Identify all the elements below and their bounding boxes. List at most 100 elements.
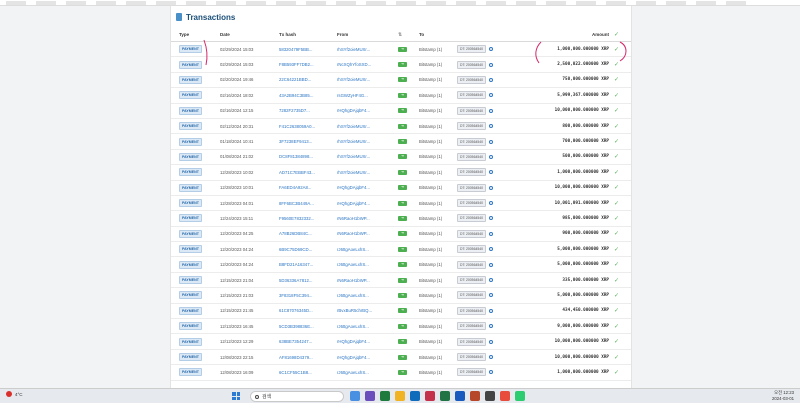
magnifier-icon[interactable]: [489, 216, 493, 221]
to-address[interactable]: Bitstamp (1): [419, 319, 442, 333]
word-icon[interactable]: [455, 391, 465, 401]
to-address[interactable]: Bitstamp (1): [419, 334, 442, 348]
tx-hash-link[interactable]: 7282F2735D7...: [279, 104, 310, 118]
tx-hash-link[interactable]: A78B26DB84C...: [279, 227, 312, 241]
from-address-link[interactable]: rJ6ttgAoeLxhS...: [337, 242, 369, 256]
to-address[interactable]: Bitstamp (1): [419, 365, 442, 379]
tx-hash-link[interactable]: DC8F81384898...: [279, 150, 313, 164]
to-address[interactable]: Bitstamp (1): [419, 57, 442, 71]
column-to[interactable]: To: [419, 28, 424, 41]
chrome-icon[interactable]: [515, 391, 525, 401]
column-date[interactable]: Date: [220, 28, 230, 41]
to-address[interactable]: Bitstamp (1): [419, 227, 442, 241]
from-address-link[interactable]: rhSYf2oieMUXr...: [337, 134, 370, 148]
to-address[interactable]: Bitstamp (1): [419, 196, 442, 210]
tx-hash-link[interactable]: 6B9C75D69CD...: [279, 242, 312, 256]
from-address-link[interactable]: rN6RaoH1bWP...: [337, 227, 370, 241]
tx-hash-link[interactable]: 5D36336A7812...: [279, 273, 312, 287]
column-hash[interactable]: Tx hash: [279, 28, 296, 41]
to-address[interactable]: Bitstamp (1): [419, 350, 442, 364]
tx-hash-link[interactable]: 8FF6BC3B449A...: [279, 196, 314, 210]
column-from[interactable]: From: [337, 28, 348, 41]
from-address-link[interactable]: rJ6ttgAoeLxhS...: [337, 319, 369, 333]
weather-widget[interactable]: 4°C: [6, 391, 23, 397]
magnifier-icon[interactable]: [489, 308, 493, 313]
app-icon[interactable]: [380, 391, 390, 401]
to-address[interactable]: Bitstamp (1): [419, 73, 442, 87]
from-address-link[interactable]: rJ6ttgAoeLxhS...: [337, 257, 369, 271]
magnifier-icon[interactable]: [489, 247, 493, 252]
tx-hash-link[interactable]: 61C87076345D...: [279, 304, 313, 318]
from-address-link[interactable]: rNcXQhYfoSXD...: [337, 57, 371, 71]
magnifier-icon[interactable]: [489, 278, 493, 283]
magnifier-icon[interactable]: [489, 262, 493, 267]
from-address-link[interactable]: rhSYf2oieMUXr...: [337, 119, 370, 133]
magnifier-icon[interactable]: [489, 355, 493, 359]
from-address-link[interactable]: rHQhgDAjqbF4...: [337, 104, 370, 118]
to-address[interactable]: Bitstamp (1): [419, 88, 442, 102]
tx-hash-link[interactable]: 58320479F5BB...: [279, 42, 312, 56]
to-address[interactable]: Bitstamp (1): [419, 257, 442, 271]
magnifier-icon[interactable]: [489, 231, 493, 236]
to-address[interactable]: Bitstamp (1): [419, 242, 442, 256]
magnifier-icon[interactable]: [489, 154, 493, 159]
from-address-link[interactable]: rHQhgDAjqbF4...: [337, 334, 370, 348]
system-clock[interactable]: 오전 12:23 2024-03-01: [772, 390, 794, 402]
tx-hash-link[interactable]: 5CD3B398836E...: [279, 319, 314, 333]
edge-icon[interactable]: [410, 391, 420, 401]
magnifier-icon[interactable]: [489, 201, 493, 206]
to-address[interactable]: Bitstamp (1): [419, 150, 442, 164]
tx-hash-link[interactable]: 3F8318F5C394...: [279, 288, 312, 302]
magnifier-icon[interactable]: [489, 124, 493, 129]
to-address[interactable]: Bitstamp (1): [419, 181, 442, 195]
tx-hash-link[interactable]: 22C64221BBD...: [279, 73, 311, 87]
from-address-link[interactable]: rhSYf2oieMUXr...: [337, 165, 370, 179]
app-icon[interactable]: [500, 391, 510, 401]
tx-hash-link[interactable]: 6C1CF55C1B8...: [279, 365, 312, 379]
magnifier-icon[interactable]: [489, 139, 493, 144]
from-address-link[interactable]: rhSYf2oieMUXr...: [337, 73, 370, 87]
magnifier-icon[interactable]: [489, 93, 493, 98]
column-type[interactable]: Type: [179, 28, 189, 41]
tx-hash-link[interactable]: F8B593FF7DB2...: [279, 57, 314, 71]
column-amount[interactable]: Amount: [592, 28, 609, 41]
from-address-link[interactable]: rN6RaoH1bWP...: [337, 273, 370, 287]
from-address-link[interactable]: rHQhgDAjqbF4...: [337, 196, 370, 210]
to-address[interactable]: Bitstamp (1): [419, 211, 442, 225]
to-address[interactable]: Bitstamp (1): [419, 304, 442, 318]
magnifier-icon[interactable]: [489, 47, 493, 52]
magnifier-icon[interactable]: [489, 370, 493, 375]
from-address-link[interactable]: rJ6ttgAoeLxhS...: [337, 365, 369, 379]
tx-hash-link[interactable]: F9560E7832332...: [279, 211, 314, 225]
to-address[interactable]: Bitstamp (1): [419, 273, 442, 287]
from-address-link[interactable]: rsGWZyHF4G...: [337, 88, 368, 102]
to-address[interactable]: Bitstamp (1): [419, 165, 442, 179]
from-address-link[interactable]: rhSYf2oieMUXr...: [337, 150, 370, 164]
to-address[interactable]: Bitstamp (1): [419, 42, 442, 56]
windows-start-icon[interactable]: [232, 392, 240, 400]
magnifier-icon[interactable]: [489, 339, 493, 344]
app-icon[interactable]: [485, 391, 495, 401]
from-address-link[interactable]: rN6RaoH1bWP...: [337, 211, 370, 225]
from-address-link[interactable]: rhSYf2oieMUXr...: [337, 42, 370, 56]
from-address-link[interactable]: rBvxBuR5chrBQ...: [337, 304, 372, 318]
from-address-link[interactable]: rHQhgDAjqbF4...: [337, 350, 370, 364]
folder-icon[interactable]: [395, 391, 405, 401]
tx-hash-link[interactable]: B8FD21A16347...: [279, 257, 313, 271]
app-icon[interactable]: [425, 391, 435, 401]
tx-hash-link[interactable]: AD71C7EBBF43...: [279, 165, 315, 179]
magnifier-icon[interactable]: [489, 293, 493, 298]
tx-hash-link[interactable]: 43A2B94C3B85...: [279, 88, 313, 102]
tx-hash-link[interactable]: FA6ED4A92A8...: [279, 181, 312, 195]
app-icon[interactable]: [350, 391, 360, 401]
tx-hash-link[interactable]: F41C2638059A0...: [279, 119, 315, 133]
to-address[interactable]: Bitstamp (1): [419, 119, 442, 133]
to-address[interactable]: Bitstamp (1): [419, 134, 442, 148]
magnifier-icon[interactable]: [489, 324, 493, 329]
magnifier-icon[interactable]: [489, 62, 493, 67]
to-address[interactable]: Bitstamp (1): [419, 288, 442, 302]
sort-arrows-icon[interactable]: ⇅: [398, 28, 402, 41]
from-address-link[interactable]: rHQhgDAjqbF4...: [337, 181, 370, 195]
from-address-link[interactable]: rJ6ttgAoeLxhS...: [337, 288, 369, 302]
magnifier-icon[interactable]: [489, 170, 493, 175]
